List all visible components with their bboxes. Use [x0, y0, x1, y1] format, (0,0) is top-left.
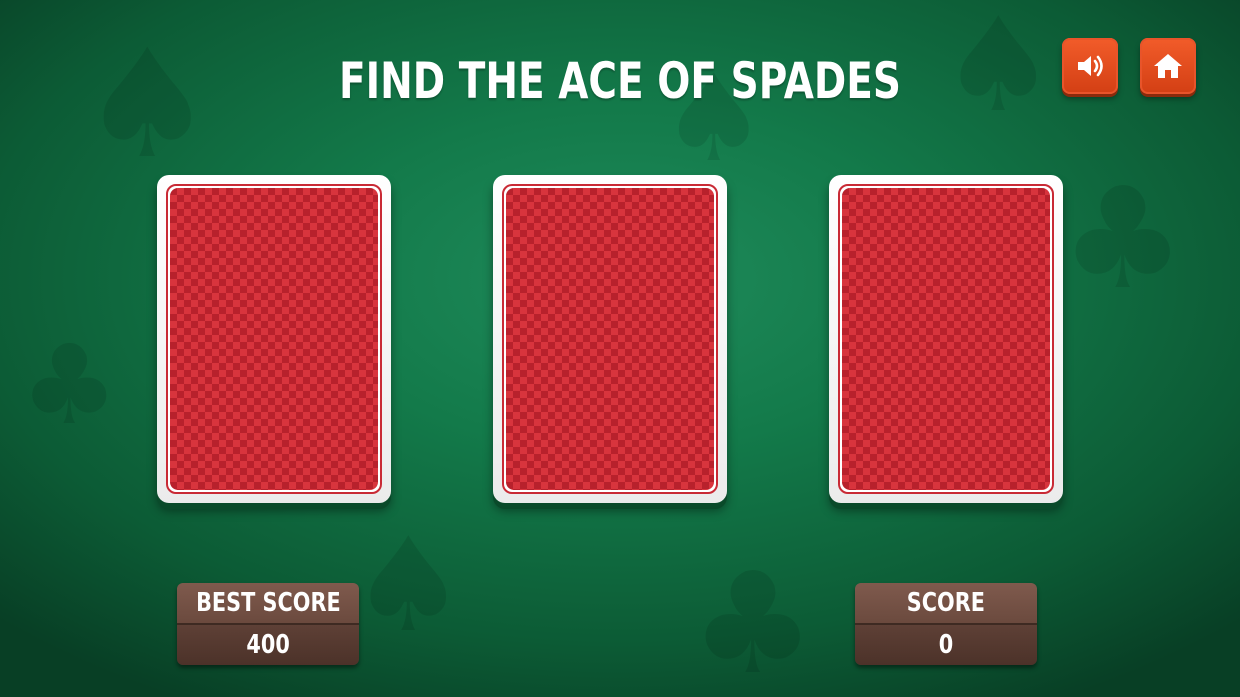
home-button[interactable] — [1140, 38, 1196, 94]
best-score-panel: BEST SCORE 400 — [177, 583, 359, 665]
score-label-text: SCORE — [906, 588, 986, 618]
score-value: 0 — [855, 625, 1037, 665]
home-icon — [1154, 54, 1182, 78]
score-panel: SCORE 0 — [855, 583, 1037, 665]
background-spade-icon: ♠ — [350, 509, 467, 661]
score-label: SCORE — [855, 583, 1037, 625]
card-back-pattern — [170, 188, 378, 490]
best-score-label: BEST SCORE — [177, 583, 359, 625]
card-back — [502, 184, 718, 494]
card-1[interactable] — [157, 175, 391, 503]
card-back-pattern — [506, 188, 714, 490]
background-club-icon: ♣ — [1060, 158, 1186, 321]
game-title: FIND THE ACE OF SPADES — [339, 52, 901, 110]
card-back — [166, 184, 382, 494]
card-2[interactable] — [493, 175, 727, 503]
best-score-value: 400 — [177, 625, 359, 665]
card-back-pattern — [842, 188, 1050, 490]
background-club-icon: ♣ — [20, 321, 119, 449]
best-score-value-text: 400 — [246, 630, 290, 660]
sound-button[interactable] — [1062, 38, 1118, 94]
card-3[interactable] — [829, 175, 1063, 503]
best-score-label-text: BEST SCORE — [195, 588, 341, 618]
speaker-icon — [1078, 55, 1103, 77]
background-club-icon: ♣ — [690, 543, 816, 697]
score-value-text: 0 — [938, 630, 954, 660]
card-back — [838, 184, 1054, 494]
